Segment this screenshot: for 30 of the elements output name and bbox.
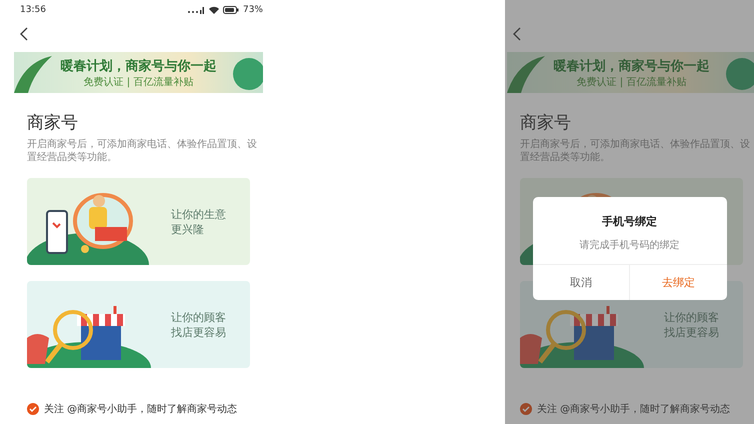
battery-icon (222, 6, 239, 14)
follow-label: 关注 @商家号小助手，随时了解商家号动态 (537, 402, 730, 416)
dialog-message: 请完成手机号码的绑定 (578, 238, 680, 252)
banner-subtitle: 免费认证 | 百亿流量补贴 (576, 76, 686, 88)
page-heading: 商家号 (27, 112, 78, 134)
bind-button[interactable]: 去绑定 (629, 265, 726, 300)
card-caption: 让你的生意 更兴隆 (171, 206, 226, 236)
card-caption: 让你的顾客 找店更容易 (664, 310, 719, 340)
card-caption: 让你的顾客 找店更容易 (171, 310, 226, 340)
status-time: 13:56 (20, 5, 46, 15)
banner-subtitle: 免费认证 | 百亿流量补贴 (84, 76, 194, 88)
page-description: 开启商家号后，可添加商家电话、体验作品置顶、设置经营品类等功能。 (520, 138, 751, 164)
page-description: 开启商家号后，可添加商家电话、体验作品置顶、设置经营品类等功能。 (27, 138, 258, 164)
banner-title: 暖春计划，商家号与你一起 (554, 58, 710, 74)
cancel-button[interactable]: 取消 (532, 265, 629, 300)
checkmark-icon (29, 406, 37, 412)
checkmark-icon (522, 406, 530, 412)
follow-checkbox[interactable] (27, 403, 39, 415)
wifi-icon (208, 6, 219, 14)
dialog-title: 手机号绑定 (601, 214, 658, 229)
back-icon[interactable] (20, 27, 28, 41)
follow-checkbox[interactable] (520, 403, 532, 415)
banner-title: 暖春计划，商家号与你一起 (60, 58, 216, 74)
promo-banner[interactable]: 暖春计划，商家号与你一起 免费认证 | 百亿流量补贴 (14, 52, 263, 93)
signal-icon (186, 6, 205, 14)
promo-banner[interactable]: 暖春计划，商家号与你一起 免费认证 | 百亿流量补贴 (507, 52, 754, 93)
page-heading: 商家号 (520, 112, 571, 134)
follow-label: 关注 @商家号小助手，随时了解商家号动态 (44, 402, 238, 416)
back-icon[interactable] (513, 27, 521, 41)
battery-percent: 73% (242, 5, 263, 15)
